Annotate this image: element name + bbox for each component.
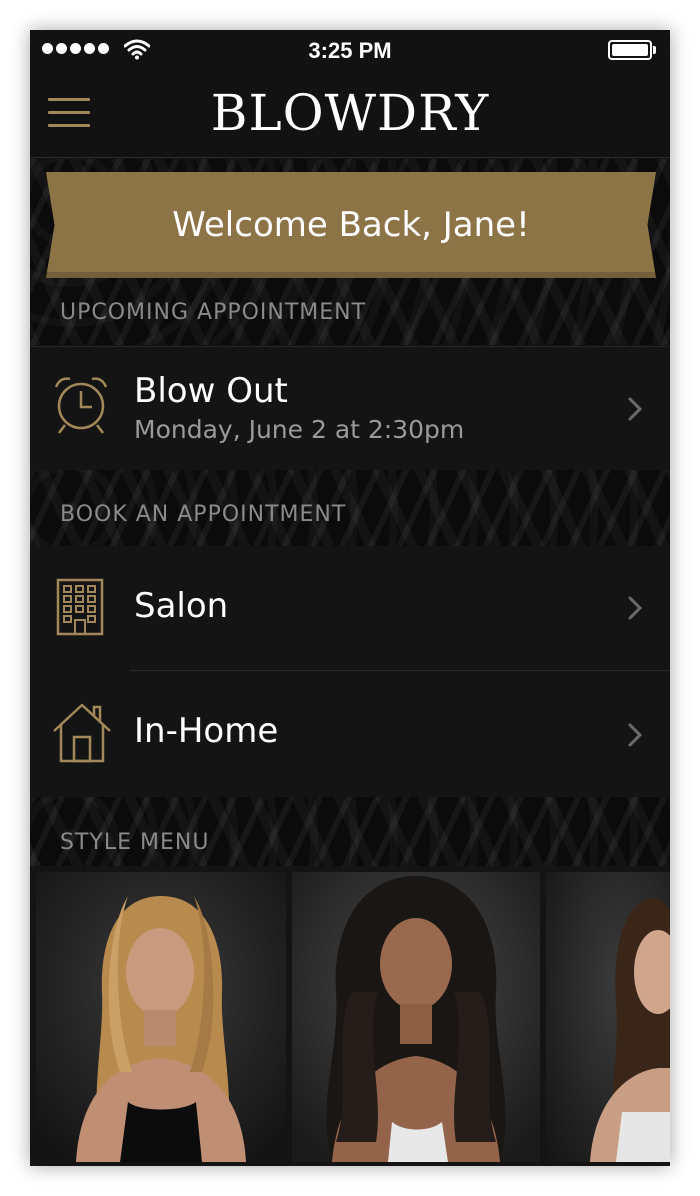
book-salon-row[interactable]: Salon [30,546,670,671]
style-photo-brunette [546,872,670,1162]
appointment-datetime: Monday, June 2 at 2:30pm [134,415,465,444]
salon-label: Salon [134,586,229,626]
building-icon [56,578,104,636]
section-header-upcoming: UPCOMING APPOINTMENT [60,300,367,325]
appointment-title: Blow Out [134,371,288,411]
nav-bar: BLOWDRY [30,70,670,158]
in-home-label: In-Home [134,711,279,751]
upcoming-appointment-row[interactable]: Blow Out Monday, June 2 at 2:30pm [30,346,670,470]
welcome-text: Welcome Back, Jane! [172,205,530,245]
status-time: 3:25 PM [308,38,392,63]
status-bar: 3:25 PM [30,30,670,70]
house-icon [53,703,111,763]
section-header-book: BOOK AN APPOINTMENT [60,502,347,527]
section-header-style-menu: STYLE MENU [60,830,210,855]
style-photo-blonde [36,872,286,1162]
battery-icon [608,40,656,60]
phone-screen: 3:25 PM BLOWDRY Welcome Back, Jane! UPCO… [30,30,670,1166]
chevron-right-icon [628,723,642,747]
style-photo-dark-waves [292,872,540,1162]
alarm-clock-icon [54,377,108,434]
welcome-banner: Welcome Back, Jane! [46,172,656,278]
book-in-home-row[interactable]: In-Home [30,671,670,797]
style-card[interactable] [546,872,670,1162]
chevron-right-icon [628,596,642,620]
style-menu-carousel[interactable] [30,866,670,1166]
chevron-right-icon [628,397,642,421]
brand-logo: BLOWDRY [210,84,490,142]
style-card[interactable] [36,872,286,1162]
style-card[interactable] [292,872,540,1162]
